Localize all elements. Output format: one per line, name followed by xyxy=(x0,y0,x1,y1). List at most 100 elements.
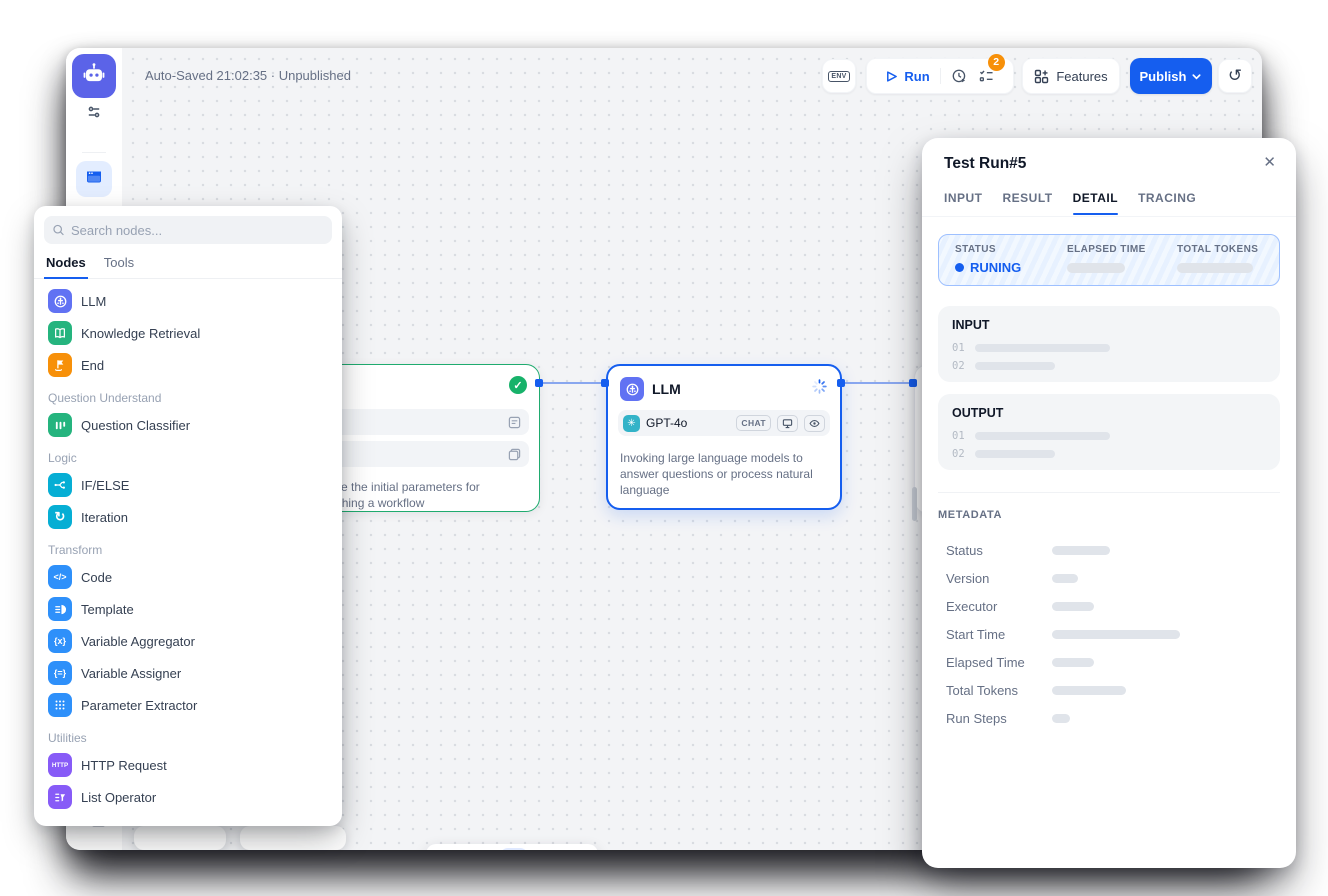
metadata-row-version: Version xyxy=(946,564,1280,592)
run-history-icon[interactable] xyxy=(951,68,968,85)
loop-icon: ↻ xyxy=(48,505,72,529)
apps-window-button[interactable] xyxy=(76,161,112,197)
env-button[interactable]: ENV xyxy=(822,59,856,93)
input-card: INPUT 01 02 xyxy=(938,306,1280,382)
metadata-row-total-tokens: Total Tokens xyxy=(946,676,1280,704)
run-button[interactable]: Run xyxy=(885,69,929,84)
flag-icon xyxy=(48,353,72,377)
end-input-handle[interactable] xyxy=(909,379,917,387)
checklist-badge: 2 xyxy=(988,54,1005,71)
app-logo[interactable] xyxy=(72,54,116,98)
rail-divider xyxy=(82,152,106,153)
node-item-iteration[interactable]: ↻ Iteration xyxy=(42,501,334,533)
section-logic: Logic xyxy=(42,441,334,469)
filter-list-icon xyxy=(48,785,72,809)
text-field-icon xyxy=(508,416,521,429)
tab-tools[interactable]: Tools xyxy=(104,255,134,278)
start-field-row[interactable] xyxy=(311,441,529,467)
eye-badge xyxy=(804,415,825,432)
node-item-template[interactable]: Template xyxy=(42,593,334,625)
history-icon: ↺ xyxy=(1228,66,1242,86)
start-node-description: Define the initial parameters for launch… xyxy=(313,479,527,511)
env-icon: ENV xyxy=(828,71,849,82)
running-spinner-icon xyxy=(811,378,828,400)
llm-node[interactable]: LLM ✳ GPT-4o CHAT Invoking large langu xyxy=(606,364,842,510)
llm-output-handle[interactable] xyxy=(837,379,845,387)
node-item-list-operator[interactable]: List Operator xyxy=(42,781,334,813)
canvas-scrollbar-thumb[interactable] xyxy=(912,487,917,521)
node-item-question-classifier[interactable]: Question Classifier xyxy=(42,409,334,441)
search-input[interactable] xyxy=(71,223,324,238)
llm-node-icon xyxy=(620,377,644,401)
node-item-code[interactable]: </> Code xyxy=(42,561,334,593)
code-icon: </> xyxy=(48,565,72,589)
tab-tracing[interactable]: TRACING xyxy=(1138,191,1196,215)
tab-nodes[interactable]: Nodes xyxy=(46,255,86,278)
model-selector[interactable]: ✳ GPT-4o CHAT xyxy=(618,410,830,436)
tab-result[interactable]: RESULT xyxy=(1003,191,1053,215)
checklist-icon[interactable]: 2 xyxy=(978,68,995,85)
edge-llm-end xyxy=(842,382,914,384)
zoom-control-peek[interactable] xyxy=(134,826,226,850)
variable-assign-icon: {=} xyxy=(48,661,72,685)
line-number: 02 xyxy=(952,360,965,372)
control-peek[interactable] xyxy=(240,826,346,850)
line-number: 02 xyxy=(952,448,965,460)
gpt4o-model-icon: ✳ xyxy=(623,415,640,432)
tabs-divider xyxy=(922,216,1296,217)
success-check-icon: ✓ xyxy=(509,376,527,394)
http-icon: HTTP xyxy=(48,753,72,777)
node-item-if-else[interactable]: IF/ELSE xyxy=(42,469,334,501)
publish-button[interactable]: Publish xyxy=(1130,58,1212,94)
output-skeleton xyxy=(975,432,1110,440)
features-grid-icon xyxy=(1034,69,1049,84)
output-skeleton xyxy=(975,450,1055,458)
start-field-row[interactable] xyxy=(311,409,529,435)
metadata-row-status: Status xyxy=(946,536,1280,564)
chevron-down-icon xyxy=(1191,71,1202,82)
metadata-row-start-time: Start Time xyxy=(946,620,1280,648)
status-value: RUNING xyxy=(955,260,1021,275)
node-panel-tabs: Nodes Tools xyxy=(34,255,342,279)
version-history-button[interactable]: ↺ xyxy=(1218,59,1252,93)
paragraph-field-icon xyxy=(508,448,521,461)
node-item-http-request[interactable]: HTTP HTTP Request xyxy=(42,749,334,781)
preferences-sliders-icon[interactable] xyxy=(86,104,102,125)
start-output-handle[interactable] xyxy=(535,379,543,387)
features-button[interactable]: Features xyxy=(1022,58,1120,94)
run-panel-tabs: INPUT RESULT DETAIL TRACING xyxy=(944,191,1196,215)
pointer-mode-button[interactable] xyxy=(500,848,528,850)
node-item-llm[interactable]: LLM xyxy=(42,285,334,317)
search-icon xyxy=(52,223,65,237)
status-label: STATUS xyxy=(955,244,1021,255)
branch-icon xyxy=(48,473,72,497)
tab-input[interactable]: INPUT xyxy=(944,191,983,215)
metadata-row-run-steps: Run Steps xyxy=(946,704,1280,732)
screen: Auto-Saved 21:02:35 · Unpublished ENV Ru… xyxy=(0,0,1328,896)
input-label: INPUT xyxy=(952,318,990,332)
node-item-end[interactable]: End xyxy=(42,349,334,381)
elapsed-time-label: ELAPSED TIME xyxy=(1067,244,1146,255)
input-skeleton xyxy=(975,344,1110,352)
test-run-panel: Test Run#5 ✕ INPUT RESULT DETAIL TRACING… xyxy=(922,138,1296,868)
metadata-divider xyxy=(938,492,1280,493)
vision-badge xyxy=(777,415,798,432)
panel-title: Test Run#5 xyxy=(944,155,1026,173)
section-transform: Transform xyxy=(42,533,334,561)
node-item-variable-aggregator[interactable]: {x} Variable Aggregator xyxy=(42,625,334,657)
running-dot-icon xyxy=(955,263,964,272)
node-item-variable-assigner[interactable]: {=} Variable Assigner xyxy=(42,657,334,689)
metadata-row-executor: Executor xyxy=(946,592,1280,620)
elapsed-skeleton xyxy=(1067,263,1125,273)
node-item-parameter-extractor[interactable]: Parameter Extractor xyxy=(42,689,334,721)
output-label: OUTPUT xyxy=(952,406,1003,420)
llm-input-handle[interactable] xyxy=(601,379,609,387)
node-item-knowledge-retrieval[interactable]: Knowledge Retrieval xyxy=(42,317,334,349)
chat-mode-tag: CHAT xyxy=(736,415,771,431)
search-box[interactable] xyxy=(44,216,332,244)
node-search-panel: Nodes Tools LLM Knowledge Retrieval End … xyxy=(34,206,342,826)
run-toolbar-group: Run 2 xyxy=(866,58,1014,94)
close-icon[interactable]: ✕ xyxy=(1263,153,1276,171)
tab-detail[interactable]: DETAIL xyxy=(1073,191,1118,215)
input-skeleton xyxy=(975,362,1055,370)
